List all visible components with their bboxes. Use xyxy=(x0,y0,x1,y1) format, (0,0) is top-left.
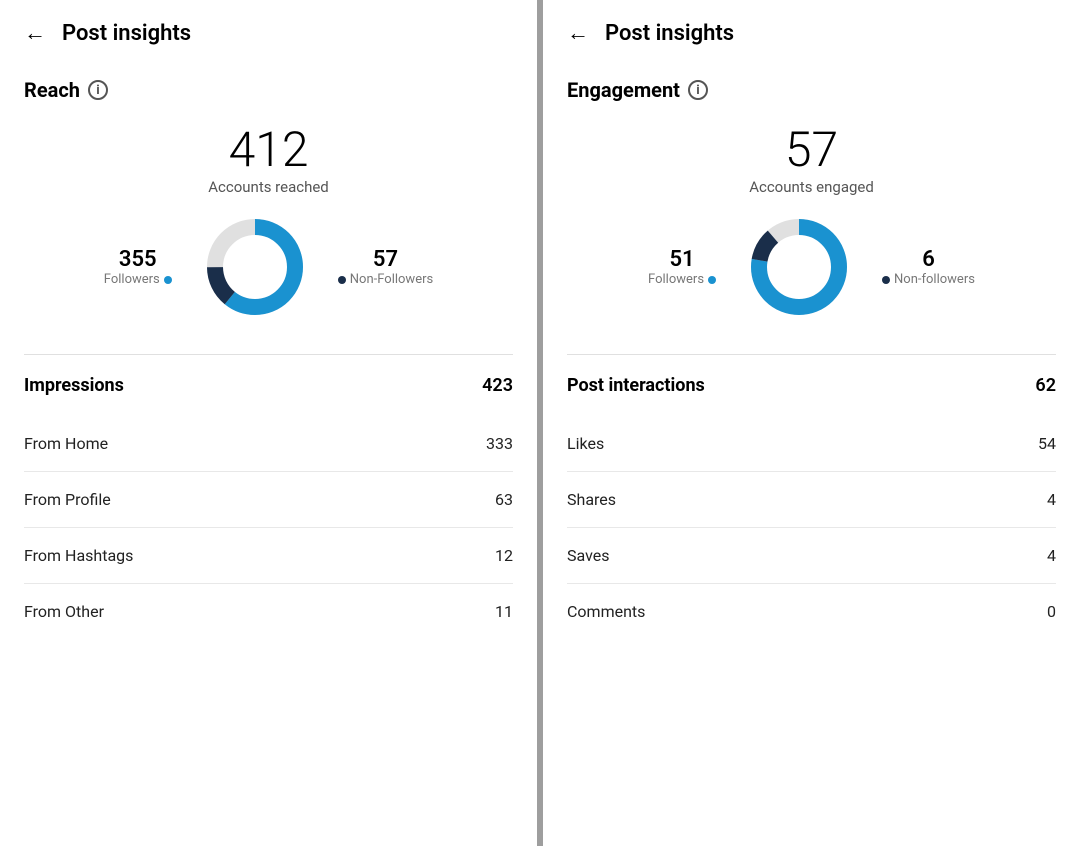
table-row: Comments 0 xyxy=(567,584,1056,639)
eng-nonfollowers-dot-icon xyxy=(882,276,890,284)
from-profile-label: From Profile xyxy=(24,490,111,509)
saves-label: Saves xyxy=(567,546,609,565)
reach-info-icon[interactable]: i xyxy=(88,80,108,100)
left-page-title: Post insights xyxy=(62,21,191,46)
engagement-donut-section: 51 Followers 6 Non-followers xyxy=(567,212,1056,322)
reach-nonfollowers-legend: 57 Non-Followers xyxy=(338,247,433,287)
engagement-total-label: Accounts engaged xyxy=(567,178,1056,196)
impressions-section: Impressions 423 From Home 333 From Profi… xyxy=(24,354,513,639)
engagement-section-title: Engagement i xyxy=(567,78,1056,102)
post-interactions-header: Post interactions 62 xyxy=(567,375,1056,396)
reach-donut-section: 355 Followers 57 Non-Followers xyxy=(24,212,513,322)
impressions-header: Impressions 423 xyxy=(24,375,513,396)
likes-value: 54 xyxy=(1038,434,1056,453)
right-back-button[interactable]: ← xyxy=(567,20,589,46)
comments-value: 0 xyxy=(1047,602,1056,621)
engagement-nonfollowers-label: Non-followers xyxy=(882,272,975,287)
from-other-label: From Other xyxy=(24,602,104,621)
impressions-rows: From Home 333 From Profile 63 From Hasht… xyxy=(24,416,513,639)
table-row: Saves 4 xyxy=(567,528,1056,584)
reach-donut-chart xyxy=(200,212,310,322)
engagement-followers-label: Followers xyxy=(648,272,716,287)
reach-section-title: Reach i xyxy=(24,78,513,102)
engagement-followers-number: 51 xyxy=(648,247,716,272)
shares-value: 4 xyxy=(1047,490,1056,509)
post-interactions-title: Post interactions xyxy=(567,375,705,396)
reach-stat-center: 412 Accounts reached xyxy=(24,126,513,196)
reach-nonfollowers-label: Non-Followers xyxy=(338,272,433,287)
likes-label: Likes xyxy=(567,434,604,453)
nonfollowers-dot-icon xyxy=(338,276,346,284)
table-row: From Hashtags 12 xyxy=(24,528,513,584)
engagement-donut-chart xyxy=(744,212,854,322)
post-interactions-total: 62 xyxy=(1035,375,1056,396)
from-hashtags-value: 12 xyxy=(495,546,513,565)
left-panel: ← Post insights Reach i 412 Accounts rea… xyxy=(0,0,537,846)
from-profile-value: 63 xyxy=(495,490,513,509)
reach-followers-label: Followers xyxy=(104,272,172,287)
reach-followers-number: 355 xyxy=(104,247,172,272)
engagement-stat-center: 57 Accounts engaged xyxy=(567,126,1056,196)
engagement-total-number: 57 xyxy=(567,126,1056,174)
engagement-followers-legend: 51 Followers xyxy=(648,247,716,287)
table-row: Likes 54 xyxy=(567,416,1056,472)
from-hashtags-label: From Hashtags xyxy=(24,546,133,565)
from-home-label: From Home xyxy=(24,434,108,453)
engagement-nonfollowers-number: 6 xyxy=(882,247,975,272)
reach-followers-legend: 355 Followers xyxy=(104,247,172,287)
post-interactions-rows: Likes 54 Shares 4 Saves 4 Comments 0 xyxy=(567,416,1056,639)
eng-followers-dot-icon xyxy=(708,276,716,284)
post-interactions-section: Post interactions 62 Likes 54 Shares 4 S… xyxy=(567,354,1056,639)
impressions-total: 423 xyxy=(482,375,513,396)
table-row: Shares 4 xyxy=(567,472,1056,528)
right-page-title: Post insights xyxy=(605,21,734,46)
from-home-value: 333 xyxy=(486,434,513,453)
table-row: From Home 333 xyxy=(24,416,513,472)
table-row: From Other 11 xyxy=(24,584,513,639)
right-header: ← Post insights xyxy=(567,20,1056,46)
comments-label: Comments xyxy=(567,602,645,621)
engagement-info-icon[interactable]: i xyxy=(688,80,708,100)
saves-value: 4 xyxy=(1047,546,1056,565)
left-back-button[interactable]: ← xyxy=(24,20,46,46)
from-other-value: 11 xyxy=(495,602,513,621)
followers-dot-icon xyxy=(164,276,172,284)
impressions-title: Impressions xyxy=(24,375,124,396)
reach-total-label: Accounts reached xyxy=(24,178,513,196)
reach-nonfollowers-number: 57 xyxy=(338,247,433,272)
reach-total-number: 412 xyxy=(24,126,513,174)
left-header: ← Post insights xyxy=(24,20,513,46)
right-panel: ← Post insights Engagement i 57 Accounts… xyxy=(543,0,1080,846)
shares-label: Shares xyxy=(567,490,616,509)
engagement-nonfollowers-legend: 6 Non-followers xyxy=(882,247,975,287)
table-row: From Profile 63 xyxy=(24,472,513,528)
